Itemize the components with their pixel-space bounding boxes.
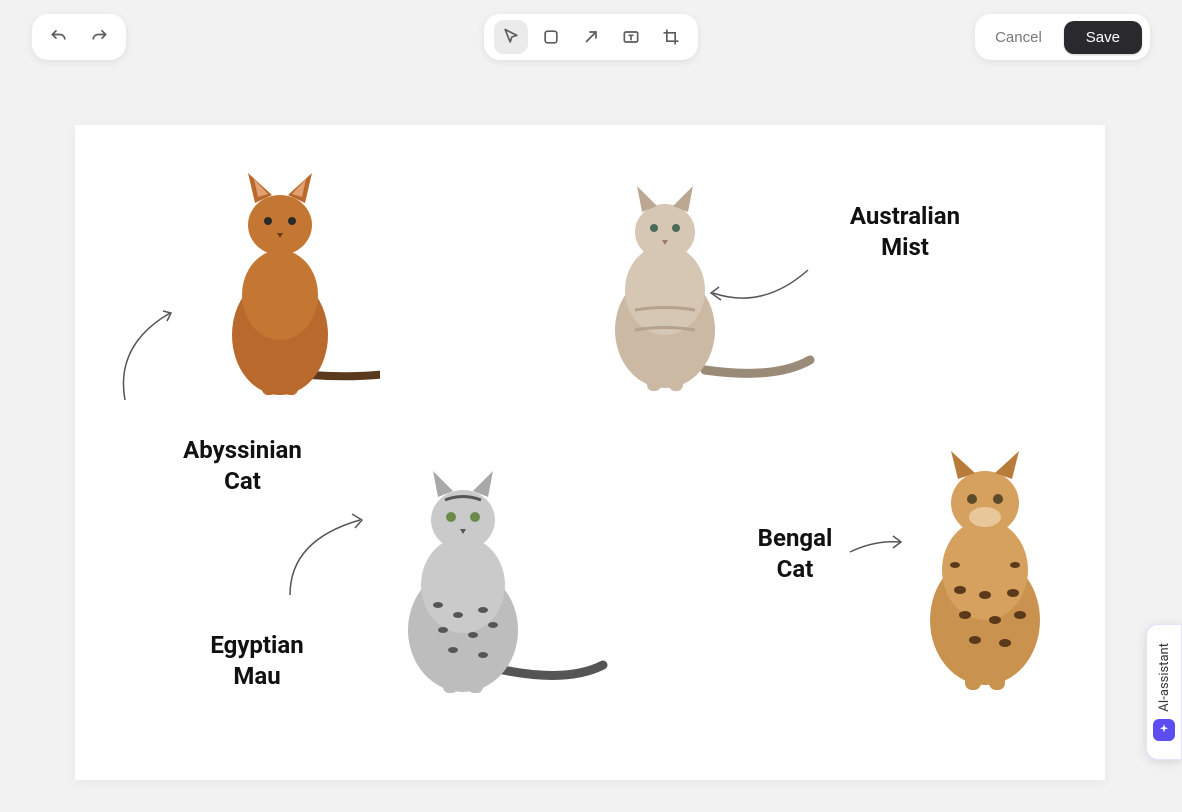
crop-icon: [661, 27, 681, 47]
text-icon: [621, 27, 641, 47]
crop-tool-button[interactable]: [654, 20, 688, 54]
select-tool-button[interactable]: [494, 20, 528, 54]
tools-toolbar: [484, 14, 698, 60]
egyptian-mau-cat-image[interactable]: [353, 465, 613, 700]
bengal-label[interactable]: Bengal Cat: [745, 523, 845, 585]
square-icon: [541, 27, 561, 47]
australian-mist-label[interactable]: Australian Mist: [835, 201, 975, 263]
action-toolbar: Cancel Save: [975, 14, 1150, 60]
redo-button[interactable]: [82, 20, 116, 54]
arrow-icon: [581, 27, 601, 47]
abyssinian-cat-image[interactable]: [180, 165, 380, 400]
egyptian-mau-label[interactable]: Egyptian Mau: [197, 630, 317, 692]
arrow-to-bengal[interactable]: [845, 530, 905, 560]
cursor-icon: [501, 27, 521, 47]
redo-icon: [89, 27, 109, 47]
ai-assistant-tab[interactable]: AI-assistant: [1146, 624, 1182, 760]
arrow-to-australian-mist[interactable]: [703, 265, 813, 315]
undo-button[interactable]: [42, 20, 76, 54]
save-button[interactable]: Save: [1064, 21, 1142, 54]
undo-icon: [49, 27, 69, 47]
ai-assistant-label: AI-assistant: [1157, 643, 1172, 712]
arrow-to-egyptian-mau[interactable]: [275, 510, 375, 600]
history-toolbar: [32, 14, 126, 60]
arrow-tool-button[interactable]: [574, 20, 608, 54]
shape-tool-button[interactable]: [534, 20, 568, 54]
sparkle-icon: [1153, 719, 1175, 741]
arrow-to-abyssinian[interactable]: [105, 305, 185, 405]
abyssinian-label[interactable]: Abyssinian Cat: [175, 435, 310, 497]
text-tool-button[interactable]: [614, 20, 648, 54]
cancel-button[interactable]: Cancel: [983, 23, 1054, 52]
editor-canvas[interactable]: Abyssinian Cat Australian Mist: [75, 125, 1105, 780]
bengal-cat-image[interactable]: [885, 445, 1085, 695]
